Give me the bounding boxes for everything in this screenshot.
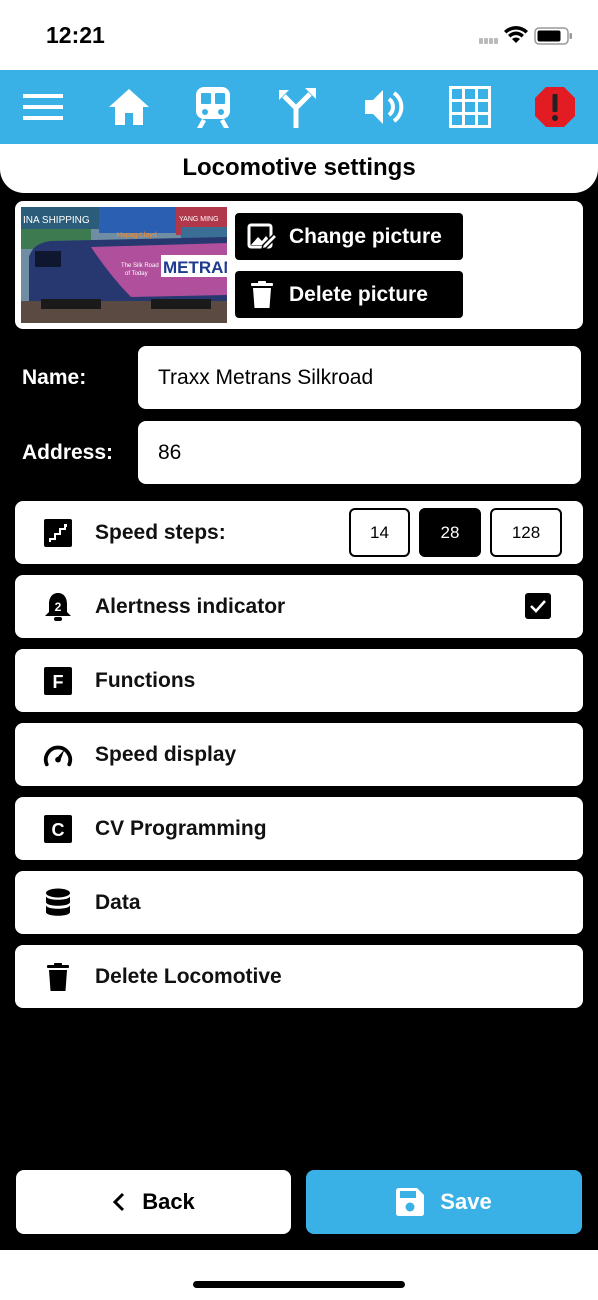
trash-icon [43, 962, 73, 992]
svg-text:F: F [53, 672, 64, 692]
data-label: Data [95, 890, 141, 914]
delete-locomotive-label: Delete Locomotive [95, 964, 282, 988]
home-icon [109, 89, 149, 125]
top-toolbar [0, 70, 598, 144]
svg-text:C: C [52, 820, 65, 840]
checkmark-icon [530, 600, 546, 613]
name-input[interactable] [138, 346, 581, 409]
delete-picture-button[interactable]: Delete picture [235, 271, 463, 318]
speed-display-row[interactable]: Speed display [15, 723, 583, 786]
svg-text:INA SHIPPING: INA SHIPPING [23, 215, 90, 226]
battery-icon [534, 27, 572, 45]
status-bar: 12:21 [0, 0, 598, 70]
speed-steps-row: Speed steps: 14 28 128 [15, 501, 583, 564]
name-label: Name: [22, 366, 87, 389]
address-input[interactable] [138, 421, 581, 484]
speed-step-28-button[interactable]: 28 [419, 508, 481, 557]
back-button[interactable]: Back [16, 1170, 291, 1234]
speed-display-label: Speed display [95, 742, 237, 766]
train-button[interactable] [186, 80, 240, 134]
home-indicator[interactable] [193, 1281, 405, 1288]
database-icon [43, 888, 73, 918]
status-time: 12:21 [46, 22, 105, 48]
menu-icon [23, 94, 63, 120]
stairs-icon [43, 518, 73, 548]
title-sheet: Locomotive settings [0, 144, 598, 193]
function-f-icon: F [43, 666, 73, 696]
delete-locomotive-row[interactable]: Delete Locomotive [15, 945, 583, 1008]
functions-row[interactable]: F Functions [15, 649, 583, 712]
change-picture-button[interactable]: Change picture [235, 213, 463, 260]
home-indicator-area [0, 1250, 598, 1300]
alertness-checkbox[interactable] [525, 593, 551, 619]
picture-card: INA SHIPPING YANG MING Hapag-Lloyd METRA… [15, 201, 583, 329]
svg-text:METRAN: METRAN [163, 258, 227, 277]
back-label: Back [142, 1189, 195, 1214]
edit-image-icon [235, 223, 289, 251]
sound-icon [365, 90, 404, 124]
cv-programming-row[interactable]: C CV Programming [15, 797, 583, 860]
emergency-stop-icon [535, 87, 575, 127]
trash-icon [235, 281, 289, 308]
sound-button[interactable] [357, 80, 411, 134]
save-button[interactable]: Save [306, 1170, 582, 1234]
save-label: Save [440, 1189, 492, 1214]
delete-picture-label: Delete picture [289, 282, 428, 306]
speedometer-icon [43, 740, 73, 770]
chevron-left-icon [112, 1192, 126, 1212]
grid-icon [449, 86, 491, 128]
alertness-indicator-label: Alertness indicator [95, 594, 286, 618]
change-picture-label: Change picture [289, 224, 442, 248]
svg-text:Hapag-Lloyd: Hapag-Lloyd [117, 232, 157, 239]
address-label: Address: [22, 441, 114, 464]
cellular-signal-icon [479, 38, 498, 44]
switch-icon [279, 88, 316, 128]
locomotive-image: INA SHIPPING YANG MING Hapag-Lloyd METRA… [21, 207, 227, 323]
svg-text:The Silk Road: The Silk Road [121, 263, 159, 269]
alertness-indicator-row[interactable]: 2 Alertness indicator [15, 575, 583, 638]
home-button[interactable] [102, 80, 156, 134]
emergency-stop-button[interactable] [528, 80, 582, 134]
menu-button[interactable] [16, 80, 70, 134]
page-title: Locomotive settings [182, 154, 416, 181]
speed-step-128-button[interactable]: 128 [490, 508, 562, 557]
data-row[interactable]: Data [15, 871, 583, 934]
svg-text:YANG MING: YANG MING [179, 216, 219, 223]
bell-icon: 2 [43, 592, 73, 622]
train-icon [196, 87, 230, 128]
svg-text:2: 2 [55, 600, 62, 614]
cv-c-icon: C [43, 814, 73, 844]
floppy-disk-icon [396, 1188, 425, 1216]
cv-programming-label: CV Programming [95, 816, 267, 840]
speed-step-14-button[interactable]: 14 [349, 508, 410, 557]
speed-steps-label: Speed steps: [95, 520, 226, 544]
functions-label: Functions [95, 668, 196, 692]
svg-text:of Today: of Today [125, 271, 148, 277]
switch-button[interactable] [271, 80, 325, 134]
grid-button[interactable] [443, 80, 497, 134]
wifi-icon [504, 26, 528, 43]
